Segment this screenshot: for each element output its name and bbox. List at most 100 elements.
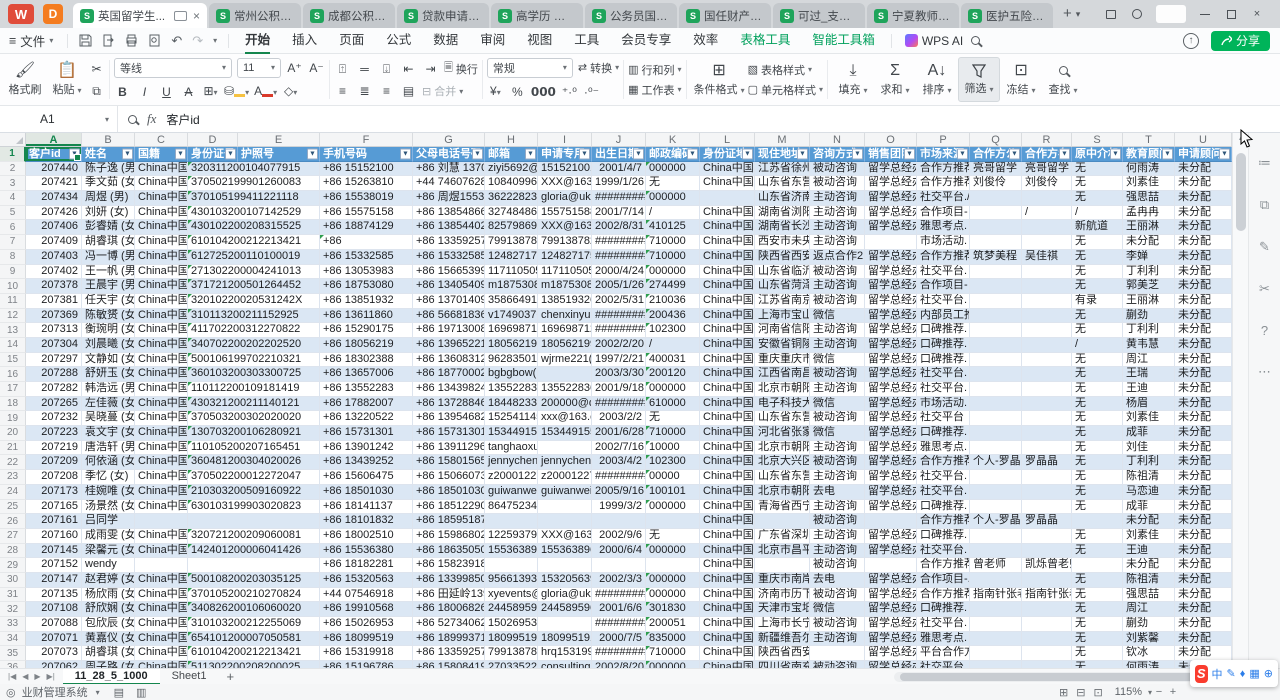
filter-dropdown-icon[interactable]: ▼ [904,148,915,159]
filter-button[interactable]: 筛选 ▾ [958,57,1000,102]
row-header-29[interactable]: 29 [0,558,26,573]
cell[interactable]: 无 [1072,529,1123,544]
print-icon[interactable] [125,34,138,47]
cell[interactable]: 无 [646,529,700,544]
document-tab[interactable]: S医护五险一金.xlsx [961,3,1053,28]
increase-font-icon[interactable]: A⁺ [286,59,303,77]
cell[interactable]: +86 1360831276 [413,353,485,368]
cell[interactable]: 未分配 [1175,426,1232,441]
cell[interactable]: 主动咨询 [810,632,865,647]
cell[interactable]: +86 13851932 [320,294,413,309]
cell[interactable]: 留学总经办 [865,617,917,632]
cell[interactable]: 2002/7/16 [592,441,646,456]
cell[interactable]: 留学总经办 [865,632,917,647]
cell[interactable]: 未分配 [1175,397,1232,412]
formula-search-icon[interactable] [128,115,137,124]
cell[interactable]: 赵君婷 (女 [82,573,135,588]
menu-tab-2[interactable]: 插入 [281,28,328,54]
formula-input[interactable]: 客户id [166,111,199,128]
cell[interactable]: 无 [1072,162,1123,177]
cell[interactable]: 207208 [26,470,82,485]
cell[interactable]: 罗晶晶 [1022,514,1072,529]
cell[interactable] [865,558,917,573]
cell[interactable]: 钦冰 [1123,646,1175,661]
merge-cells-button[interactable]: ⊟ 合并 ▾ [422,83,463,99]
cell[interactable]: 117110505 [485,265,538,280]
cell[interactable]: 152541145 [485,411,538,426]
filter-dropdown-icon[interactable]: ▼ [122,148,133,159]
cell[interactable] [1022,265,1072,280]
cell[interactable]: +86 17882007 [320,397,413,412]
cell[interactable]: 无 [1072,500,1123,515]
row-header-27[interactable]: 27 [0,529,26,544]
cell[interactable]: 411702200312270822 [188,323,320,338]
cell[interactable]: 100101 [646,485,700,500]
document-tab[interactable]: S国任财产保险样本.x [679,3,771,28]
cell[interactable] [865,235,917,250]
cell[interactable]: 被动咨询 [810,367,865,382]
filter-header-cell[interactable]: 申请专用▼ [538,147,592,162]
cell[interactable]: 王晨宇 (男 [82,279,135,294]
cell[interactable]: hrq153199 [538,646,592,661]
cell[interactable]: 108409964 [485,176,538,191]
cell[interactable]: +86 1899937166 [413,632,485,647]
cell[interactable]: China中国 [135,235,188,250]
cell[interactable]: 留学总经办 [865,485,917,500]
cell[interactable]: 无 [1072,176,1123,191]
cell[interactable]: 500108200203035125 [188,573,320,588]
column-header-R[interactable]: R [1022,133,1072,147]
cell[interactable]: 无 [1072,235,1123,250]
cell[interactable]: 未分配 [1123,235,1175,250]
cell[interactable]: 2002/9/6 [592,529,646,544]
cell[interactable]: 2003/4/2 [592,455,646,470]
cell[interactable]: 000000 [646,162,700,177]
cell[interactable]: 155751588 [538,206,592,221]
cell[interactable]: China中国 [135,646,188,661]
cell[interactable]: 18448233 [485,397,538,412]
cell[interactable] [1022,602,1072,617]
cell[interactable]: 唐浩轩 (男 [82,441,135,456]
cell[interactable]: 罗晶晶 [1022,455,1072,470]
ime-pen-icon[interactable]: ✎ [1227,667,1236,680]
filter-header-cell[interactable]: 原中介机▼ [1072,147,1123,162]
cell[interactable]: China中国 [700,455,755,470]
cell[interactable]: +86 15538019 [320,191,413,206]
row-header-10[interactable]: 10 [0,279,26,294]
cell[interactable]: 410125 [646,220,700,235]
cell[interactable]: 何雨涛 [1123,661,1175,668]
cell[interactable]: 社交平台. [917,367,970,382]
ime-more-icon[interactable]: ⊕ [1264,667,1273,680]
cell[interactable]: 未分配 [1175,279,1232,294]
cell[interactable]: / [1072,206,1123,221]
row-header-31[interactable]: 31 [0,588,26,603]
cell[interactable]: 未分配 [1175,646,1232,661]
cell[interactable] [970,411,1022,426]
row-header-8[interactable]: 8 [0,250,26,265]
cell[interactable]: 180995191 [485,632,538,647]
cell[interactable]: 青海省西宁 [755,500,810,515]
cell[interactable]: xyevents@ [485,588,538,603]
cell[interactable]: China中国 [135,588,188,603]
menu-tab-10[interactable]: 效率 [682,28,729,54]
restore-button[interactable] [1218,5,1244,23]
cell[interactable]: 000000 [646,191,700,206]
cell[interactable]: 320721200209060081 [188,529,320,544]
cell[interactable]: 舒妍玉 (女 [82,367,135,382]
more-icon[interactable]: ⋯ [1258,364,1271,380]
cell[interactable]: 未分配 [1175,529,1232,544]
cell[interactable] [970,265,1022,280]
cell[interactable]: 2002/2/20 [592,338,646,353]
cell[interactable]: 留学总经办 [865,382,917,397]
row-header-36[interactable]: 36 [0,661,26,668]
cell[interactable]: 口碑推荐. [917,323,970,338]
cell[interactable]: +86 1573130169 [413,426,485,441]
cell[interactable]: 32010220020531242X [188,294,320,309]
cell[interactable]: 凯烁曾老师 [1022,558,1072,573]
normal-view-icon[interactable]: ⊞ [1059,686,1068,699]
cell[interactable]: 244589596 [485,602,538,617]
cell[interactable]: China中国 [700,279,755,294]
cell[interactable]: +86 1391129694 [413,441,485,456]
cell[interactable]: China中国 [700,514,755,529]
cell[interactable] [1072,558,1123,573]
edit-icon[interactable]: ✎ [1259,239,1270,255]
